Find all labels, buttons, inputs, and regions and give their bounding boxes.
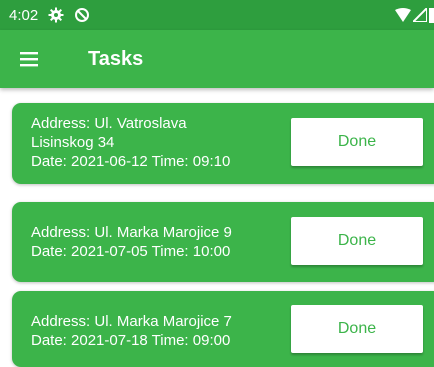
status-right-icons (395, 0, 434, 30)
page-title: Tasks (88, 48, 144, 70)
done-button[interactable]: Done (291, 217, 423, 265)
task-date-time: Date: 2021-06-12 Time: 09:10 (31, 153, 231, 170)
done-button[interactable]: Done (291, 305, 423, 353)
task-details: Address: Ul. Marka Marojice 7 Date: 2021… (31, 312, 281, 350)
battery-icon (429, 7, 434, 23)
task-address: Address: Ul. Marka Marojice 7 (31, 313, 232, 330)
task-card: Address: Ul. Vatroslava Lisinskog 34 Dat… (12, 103, 434, 184)
task-date-time: Date: 2021-07-18 Time: 09:00 (31, 332, 231, 349)
task-details: Address: Ul. Vatroslava Lisinskog 34 Dat… (31, 114, 281, 171)
status-bar: 4:02 (0, 0, 434, 30)
task-details: Address: Ul. Marka Marojice 9 Date: 2021… (31, 223, 281, 261)
task-date-time: Date: 2021-07-05 Time: 10:00 (31, 243, 231, 260)
hamburger-menu-icon[interactable] (18, 48, 40, 70)
wifi-icon (395, 8, 411, 22)
task-address: Address: Ul. Marka Marojice 9 (31, 224, 232, 241)
task-card: Address: Ul. Marka Marojice 9 Date: 2021… (12, 202, 434, 282)
task-address-continued: Lisinskog 34 (31, 134, 115, 151)
task-card: Address: Ul. Marka Marojice 7 Date: 2021… (12, 291, 434, 367)
gear-icon (48, 7, 64, 23)
task-address: Address: Ul. Vatroslava (31, 115, 187, 132)
done-button[interactable]: Done (291, 118, 423, 166)
do-not-disturb-icon (74, 7, 90, 23)
status-time: 4:02 (9, 6, 39, 24)
cell-signal-icon (413, 8, 427, 22)
app-bar: Tasks (0, 30, 434, 88)
